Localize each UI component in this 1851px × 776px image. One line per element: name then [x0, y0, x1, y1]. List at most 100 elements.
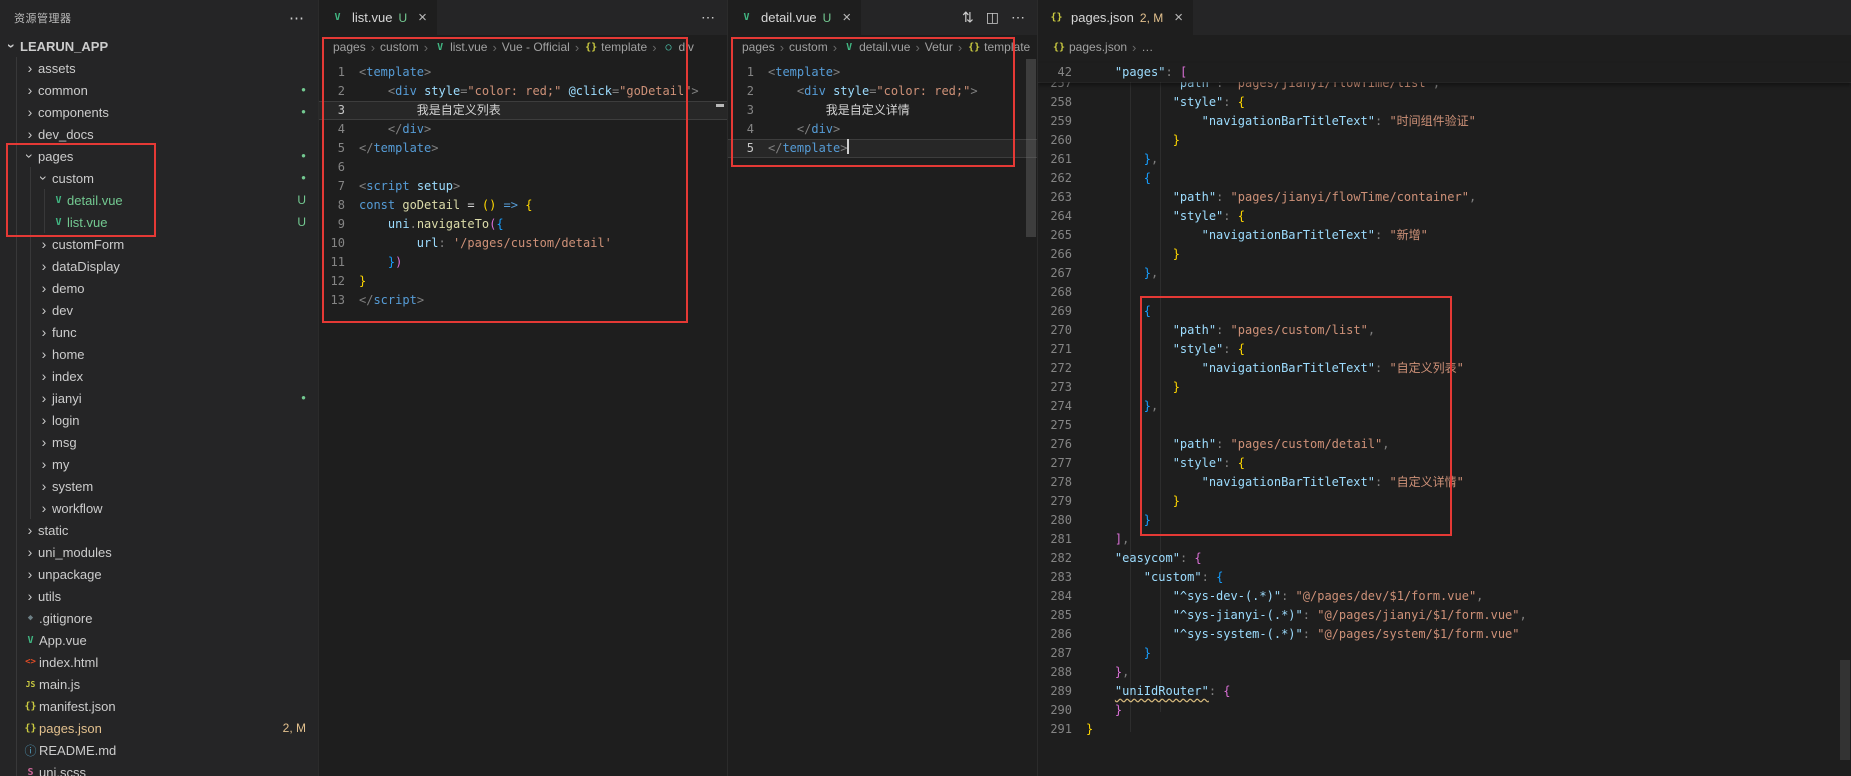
tree-folder-customForm[interactable]: ›customForm	[0, 233, 318, 255]
more-actions-icon[interactable]: ⋯	[701, 9, 715, 26]
tree-folder-assets[interactable]: ›assets	[0, 57, 318, 79]
breadcrumb-item-pages[interactable]: pages	[742, 40, 775, 54]
item-label: App.vue	[39, 633, 87, 648]
tree-file-App.vue[interactable]: VApp.vue	[0, 629, 318, 651]
tree-folder-dataDisplay[interactable]: ›dataDisplay	[0, 255, 318, 277]
code-line-7[interactable]: 7<script setup>	[319, 177, 727, 196]
tree-folder-func[interactable]: ›func	[0, 321, 318, 343]
code-editor-list-vue[interactable]: 1<template>2 <div style="color: red;" @c…	[319, 59, 727, 776]
breadcrumb-item-pages[interactable]: pages	[333, 40, 366, 54]
close-icon[interactable]: ×	[1174, 10, 1183, 25]
tab-detail.vue[interactable]: Vdetail.vueU×	[728, 0, 862, 35]
chevron-right-icon: ›	[36, 369, 52, 383]
code-line-3[interactable]: 3 我是自定义详情	[728, 101, 1037, 120]
tree-folder-msg[interactable]: ›msg	[0, 431, 318, 453]
tree-file-list.vue[interactable]: Vlist.vueU	[0, 211, 318, 233]
breadcrumb-item-template[interactable]: {}template	[967, 40, 1030, 54]
close-icon[interactable]: ×	[418, 10, 427, 25]
line-number: 270	[1038, 321, 1086, 340]
item-label: my	[52, 457, 69, 472]
breadcrumb-item-custom[interactable]: custom	[789, 40, 828, 54]
close-icon[interactable]: ×	[842, 10, 851, 25]
code-line-10[interactable]: 10 url: '/pages/custom/detail'	[319, 234, 727, 253]
tab-pages.json[interactable]: {}pages.json2, M×	[1038, 0, 1194, 35]
code-line-5[interactable]: 5</template>	[319, 139, 727, 158]
tree-folder-components[interactable]: ›components●	[0, 101, 318, 123]
tree-folder-system[interactable]: ›system	[0, 475, 318, 497]
code-line-4[interactable]: 4 </div>	[319, 120, 727, 139]
breadcrumb-item-detail.vue[interactable]: Vdetail.vue	[842, 40, 910, 54]
line-content: ],	[1086, 530, 1129, 549]
tree-file-main.js[interactable]: JSmain.js	[0, 673, 318, 695]
tree-folder-common[interactable]: ›common●	[0, 79, 318, 101]
scrollbar-thumb[interactable]	[1026, 59, 1036, 237]
item-label: custom	[52, 171, 94, 186]
tree-file-pages.json[interactable]: {}pages.json2, M	[0, 717, 318, 739]
line-number: 6	[319, 158, 359, 177]
breadcrumb-item-list.vue[interactable]: Vlist.vue	[433, 40, 487, 54]
tree-folder-unpackage[interactable]: ›unpackage	[0, 563, 318, 585]
line-number: 281	[1038, 530, 1086, 549]
split-editor-icon[interactable]: ◫	[986, 9, 999, 26]
code-line-12[interactable]: 12}	[319, 272, 727, 291]
breadcrumb-item-custom[interactable]: custom	[380, 40, 419, 54]
tree-file-uni.scss[interactable]: Suni.scss	[0, 761, 318, 776]
tree-folder-home[interactable]: ›home	[0, 343, 318, 365]
line-content: {	[1086, 302, 1151, 321]
item-label: uni_modules	[38, 545, 112, 560]
line-content: <template>	[768, 63, 840, 82]
tab-list.vue[interactable]: Vlist.vueU×	[319, 0, 438, 35]
breadcrumb-item-Vue-Official[interactable]: Vue - Official	[502, 40, 570, 54]
code-line-9[interactable]: 9 uni.navigateTo({	[319, 215, 727, 234]
tree-folder-index[interactable]: ›index	[0, 365, 318, 387]
code-line-4[interactable]: 4 </div>	[728, 120, 1037, 139]
explorer-header: 资源管理器 ⋯	[0, 0, 318, 35]
tree-folder-demo[interactable]: ›demo	[0, 277, 318, 299]
scrollbar-thumb[interactable]	[1840, 660, 1850, 760]
code-line-1[interactable]: 1<template>	[728, 63, 1037, 82]
tree-file-index.html[interactable]: <>index.html	[0, 651, 318, 673]
more-actions-icon[interactable]: ⋯	[289, 10, 304, 27]
tree-folder-my[interactable]: ›my	[0, 453, 318, 475]
item-label: README.md	[39, 743, 116, 758]
tree-folder-dev[interactable]: ›dev	[0, 299, 318, 321]
code-line-291[interactable]: 291}	[1038, 720, 1851, 739]
item-label: index.html	[39, 655, 98, 670]
tree-file-.gitignore[interactable]: ◆.gitignore	[0, 607, 318, 629]
tree-folder-workflow[interactable]: ›workflow	[0, 497, 318, 519]
code-editor-detail-vue[interactable]: 1<template>2 <div style="color: red;">3 …	[728, 59, 1037, 776]
code-line-5[interactable]: 5</template>	[728, 139, 1037, 158]
explorer-root-folder[interactable]: › LEARUN_APP	[0, 35, 318, 57]
code-editor-pages-json[interactable]: 42 "pages": [257 "path": "pages/jianyi/f…	[1038, 59, 1851, 776]
code-line-3[interactable]: 3 我是自定义列表	[319, 101, 727, 120]
tree-folder-uni_modules[interactable]: ›uni_modules	[0, 541, 318, 563]
item-label: assets	[38, 61, 76, 76]
code-line-8[interactable]: 8const goDetail = () => {	[319, 196, 727, 215]
breadcrumb-item-div[interactable]: ○div	[662, 40, 694, 54]
code-line-42[interactable]: 42 "pages": [	[1038, 63, 1851, 82]
tree-folder-jianyi[interactable]: ›jianyi●	[0, 387, 318, 409]
compare-changes-icon[interactable]: ⇅	[962, 9, 974, 26]
tree-folder-pages[interactable]: ›pages●	[0, 145, 318, 167]
code-line-1[interactable]: 1<template>	[319, 63, 727, 82]
breadcrumb-item-[interactable]: …	[1141, 40, 1153, 54]
tree-folder-login[interactable]: ›login	[0, 409, 318, 431]
tree-folder-static[interactable]: ›static	[0, 519, 318, 541]
breadcrumb-item-Vetur[interactable]: Vetur	[925, 40, 953, 54]
tree-folder-custom[interactable]: ›custom●	[0, 167, 318, 189]
root-folder-label: LEARUN_APP	[20, 39, 108, 54]
breadcrumb-item-pages.json[interactable]: {}pages.json	[1052, 40, 1127, 54]
code-line-6[interactable]: 6	[319, 158, 727, 177]
tree-file-README.md[interactable]: ⓘREADME.md	[0, 739, 318, 761]
tree-file-detail.vue[interactable]: Vdetail.vueU	[0, 189, 318, 211]
breadcrumb-item-template[interactable]: {}template	[584, 40, 647, 54]
code-line-11[interactable]: 11 })	[319, 253, 727, 272]
tree-folder-utils[interactable]: ›utils	[0, 585, 318, 607]
code-line-2[interactable]: 2 <div style="color: red;">	[728, 82, 1037, 101]
more-actions-icon[interactable]: ⋯	[1011, 9, 1025, 26]
code-line-2[interactable]: 2 <div style="color: red;" @click="goDet…	[319, 82, 727, 101]
breadcrumb-separator: ›	[833, 40, 837, 55]
tree-folder-dev_docs[interactable]: ›dev_docs	[0, 123, 318, 145]
code-line-13[interactable]: 13</script>	[319, 291, 727, 310]
tree-file-manifest.json[interactable]: {}manifest.json	[0, 695, 318, 717]
